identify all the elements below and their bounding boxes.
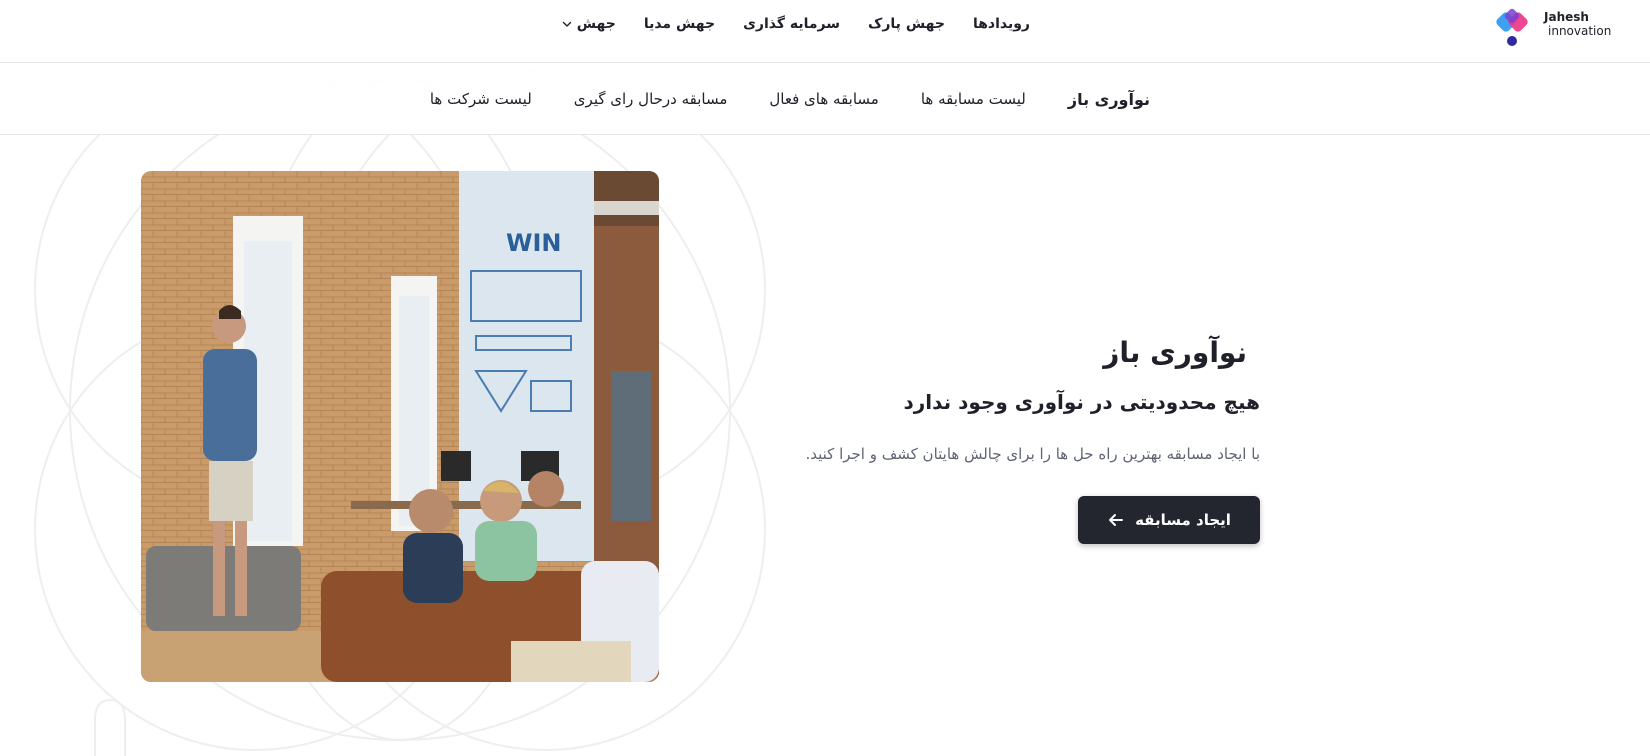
subnav-active-competitions[interactable]: مسابقه های فعال: [769, 90, 878, 108]
subnav-competition-list[interactable]: لیست مسابقه ها: [921, 90, 1026, 108]
create-competition-button[interactable]: ایجاد مسابقه: [1078, 496, 1260, 544]
menu-item-investment[interactable]: سرمایه گذاری: [743, 16, 840, 32]
menu-item-jahesh-media[interactable]: جهش مدیا: [644, 16, 715, 32]
chevron-down-icon: [562, 21, 571, 27]
jahesh-logo-icon: [1496, 8, 1528, 46]
hero-title: نوآوری باز: [1103, 336, 1247, 369]
office-presentation-photo: WIN: [141, 171, 659, 682]
hero-image: WIN: [141, 171, 659, 682]
hero-description: با ایجاد مسابقه بهترین راه حل ها را برای…: [805, 445, 1260, 463]
secondary-nav-items: نوآوری باز لیست مسابقه ها مسابقه های فعا…: [430, 63, 1150, 135]
create-competition-label: ایجاد مسابقه: [1135, 511, 1231, 529]
menu-item-jahesh-park[interactable]: جهش پارک: [868, 16, 945, 32]
top-navbar: Jahesh innovation رویدادها جهش پارک سرما…: [0, 0, 1650, 63]
svg-text:WIN: WIN: [506, 229, 562, 257]
brand-name-line1: Jahesh: [1544, 10, 1589, 24]
menu-item-jahesh-dropdown[interactable]: جهش: [561, 16, 616, 32]
secondary-navbar: نوآوری باز لیست مسابقه ها مسابقه های فعا…: [0, 63, 1650, 135]
brand-logo[interactable]: Jahesh innovation: [1464, 6, 1644, 46]
hero-subtitle: هیچ محدودیتی در نوآوری وجود ندارد: [903, 390, 1260, 414]
brand-name: Jahesh innovation: [1544, 10, 1644, 38]
subnav-voting-competitions[interactable]: مسابقه درحال رای گیری: [574, 90, 728, 108]
brand-name-line2: innovation: [1548, 24, 1612, 38]
menu-item-events[interactable]: رویدادها: [973, 16, 1030, 32]
arrow-left-icon: [1109, 514, 1124, 526]
main-menu: رویدادها جهش پارک سرمایه گذاری جهش مدیا …: [562, 12, 1030, 36]
subnav-company-list[interactable]: لیست شرکت ها: [430, 90, 532, 108]
subnav-open-innovation[interactable]: نوآوری باز: [1068, 90, 1150, 109]
menu-item-jahesh-label: جهش: [576, 16, 616, 32]
